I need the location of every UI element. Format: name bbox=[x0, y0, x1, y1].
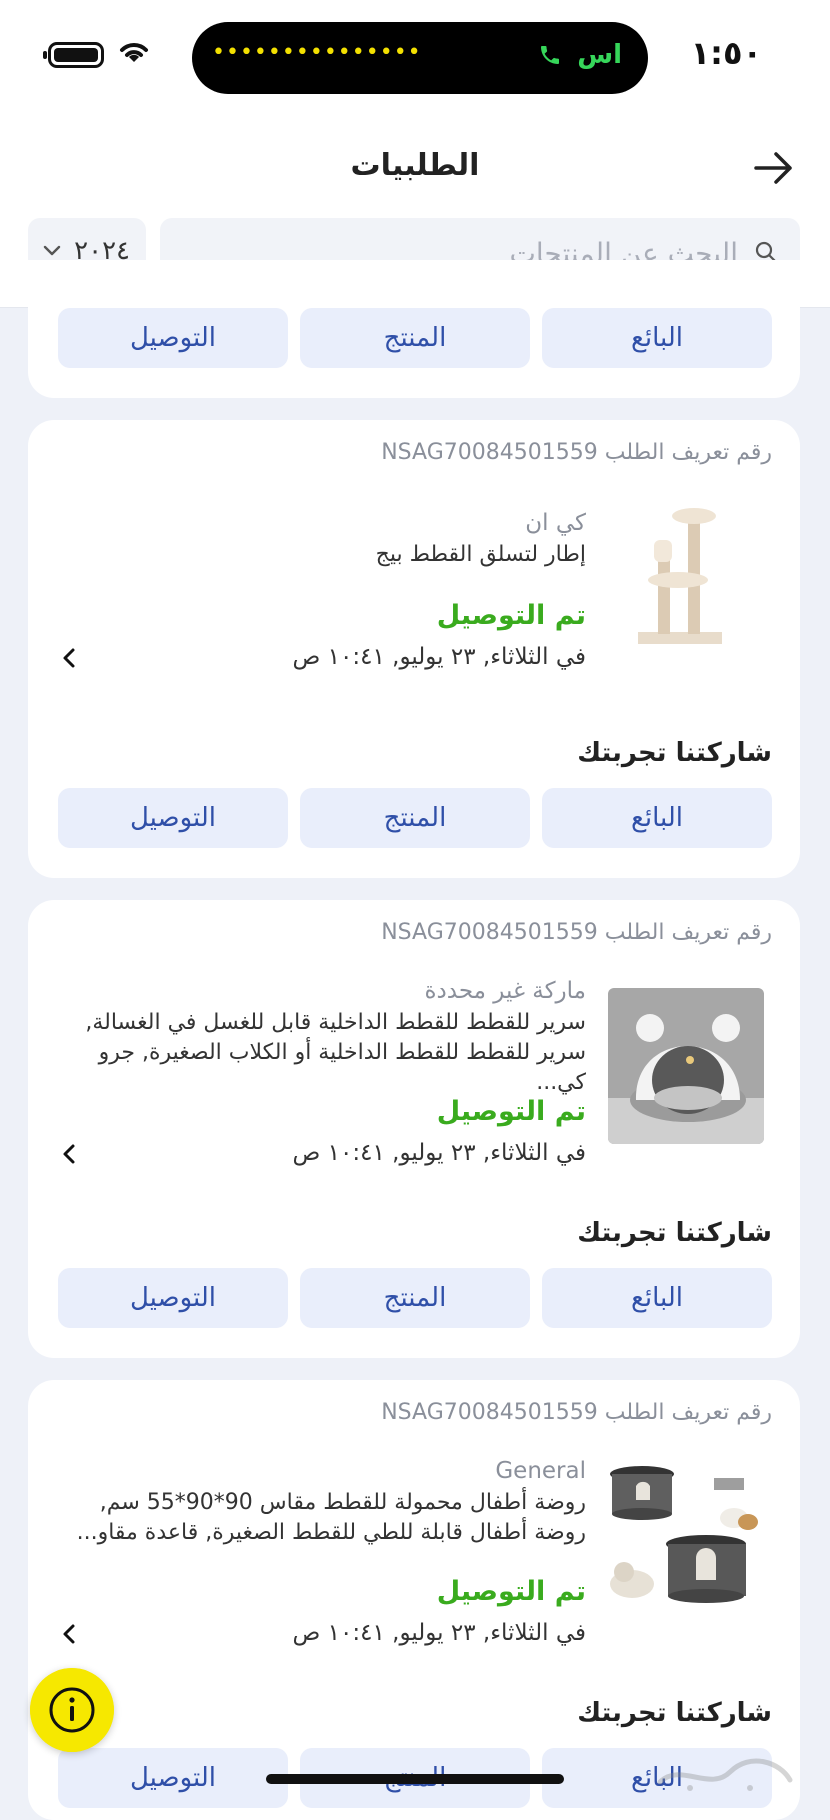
product-image bbox=[608, 500, 764, 656]
product-brand: ماركة غير محددة bbox=[424, 978, 586, 1004]
product-name: إطار لتسلق القطط بيج bbox=[375, 542, 586, 567]
order-status: تم التوصيل bbox=[436, 1576, 586, 1607]
rate-product-button[interactable]: المنتج bbox=[300, 308, 530, 368]
share-experience-label: شاركتنا تجربتك bbox=[577, 1218, 772, 1248]
product-info: ماركة غير محددة سرير للقطط للقطط الداخلي… bbox=[46, 976, 586, 1098]
order-status: تم التوصيل bbox=[436, 1096, 586, 1127]
rate-product-button[interactable]: المنتج bbox=[300, 1268, 530, 1328]
share-experience-label: شاركتنا تجربتك bbox=[577, 1698, 772, 1728]
dynamic-island[interactable]: ••••••••••••••• اس bbox=[192, 22, 648, 94]
chevron-down-icon bbox=[43, 245, 61, 256]
order-card[interactable]: رقم تعريف الطلب NSAG70084501559 ماركة غي… bbox=[28, 900, 800, 1358]
order-id: رقم تعريف الطلب NSAG70084501559 bbox=[381, 920, 772, 945]
share-experience-label: شاركتنا تجربتك bbox=[577, 738, 772, 768]
rate-seller-button[interactable]: البائع bbox=[542, 788, 772, 848]
product-info: كي ان إطار لتسلق القطط بيج bbox=[46, 508, 586, 570]
page-header: الطلبيات bbox=[0, 108, 830, 208]
page-title: الطلبيات bbox=[350, 148, 480, 183]
call-indicator: اس bbox=[538, 40, 622, 70]
arrow-right-icon[interactable] bbox=[752, 146, 796, 190]
order-id: رقم تعريف الطلب NSAG70084501559 bbox=[381, 440, 772, 465]
battery-icon bbox=[43, 42, 104, 68]
rate-product-button[interactable]: المنتج bbox=[300, 788, 530, 848]
clock: ١:٥٠ bbox=[690, 34, 762, 72]
info-icon[interactable] bbox=[30, 1668, 114, 1752]
product-name-line2: سرير للقطط للقطط الداخلية أو الكلاب الصغ… bbox=[98, 1040, 586, 1095]
rate-seller-button[interactable]: البائع bbox=[542, 308, 772, 368]
wifi-icon bbox=[120, 43, 148, 62]
product-image bbox=[608, 988, 764, 1144]
delivery-date: في الثلاثاء, ٢٣ يوليو, ١٠:٤١ ص bbox=[292, 644, 586, 670]
watermark-logo bbox=[657, 1758, 793, 1791]
order-status: تم التوصيل bbox=[436, 600, 586, 631]
chevron-left-icon[interactable] bbox=[58, 646, 82, 670]
order-id: رقم تعريف الطلب NSAG70084501559 bbox=[381, 1400, 772, 1425]
product-name-line2: روضة أطفال قابلة للطي للقطط الصغيرة, قاع… bbox=[76, 1520, 586, 1545]
home-indicator[interactable] bbox=[266, 1774, 564, 1784]
call-timer-dots: ••••••••••••••• bbox=[212, 40, 422, 65]
product-name-line1: سرير للقطط للقطط الداخلية قابل للغسل في … bbox=[85, 1010, 586, 1035]
rate-seller-button[interactable]: البائع bbox=[542, 1268, 772, 1328]
phone-icon bbox=[541, 46, 560, 64]
order-card[interactable]: رقم تعريف الطلب NSAG70084501559 كي ان إط… bbox=[28, 420, 800, 878]
delivery-date: في الثلاثاء, ٢٣ يوليو, ١٠:٤١ ص bbox=[292, 1620, 586, 1646]
rate-delivery-button[interactable]: التوصيل bbox=[58, 1748, 288, 1808]
call-label: اس bbox=[577, 40, 622, 70]
chevron-left-icon[interactable] bbox=[58, 1622, 82, 1646]
order-card-partial: البائع المنتج التوصيل bbox=[28, 260, 800, 398]
rate-delivery-button[interactable]: التوصيل bbox=[58, 308, 288, 368]
delivery-date: في الثلاثاء, ٢٣ يوليو, ١٠:٤١ ص bbox=[292, 1140, 586, 1166]
rate-delivery-button[interactable]: التوصيل bbox=[58, 788, 288, 848]
status-bar: ••••••••••••••• اس ١:٥٠ bbox=[0, 0, 830, 108]
product-brand: كي ان bbox=[525, 510, 586, 536]
product-name-line1: روضة أطفال محمولة للقطط مقاس 90*90*55 سم… bbox=[99, 1490, 586, 1515]
rate-delivery-button[interactable]: التوصيل bbox=[58, 1268, 288, 1328]
product-image bbox=[608, 1460, 764, 1616]
product-brand: General bbox=[495, 1458, 586, 1484]
product-info: General روضة أطفال محمولة للقطط مقاس 90*… bbox=[46, 1456, 586, 1548]
chevron-left-icon[interactable] bbox=[58, 1142, 82, 1166]
